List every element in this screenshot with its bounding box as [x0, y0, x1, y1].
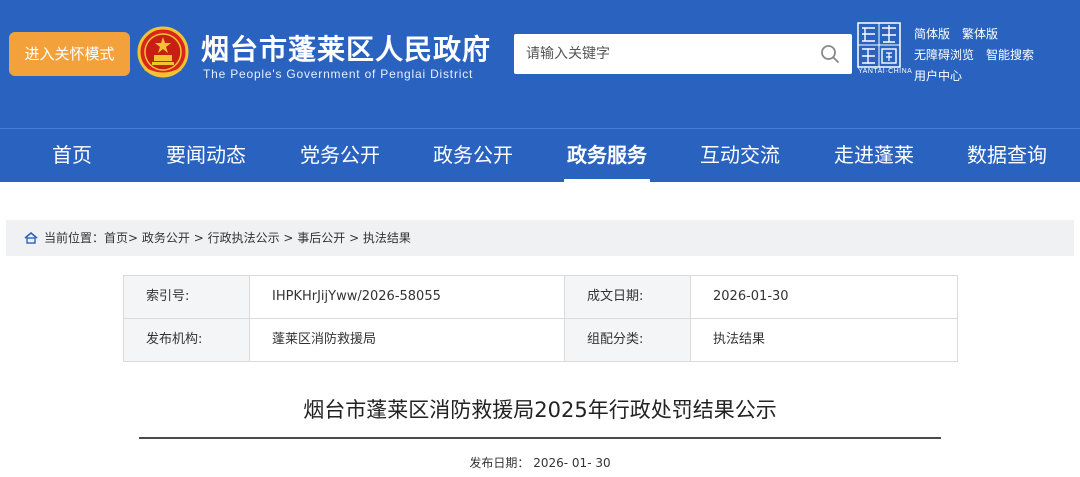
search-input[interactable]	[514, 34, 816, 74]
yantai-logo-caption: YANTAI·CHINA	[858, 68, 913, 75]
accessibility-link[interactable]: 无障碍浏览	[914, 48, 974, 62]
national-emblem-icon	[137, 26, 189, 78]
header-tools: 简体版 繁体版 无障碍浏览 智能搜索 用户中心	[914, 24, 1046, 87]
publish-date: 发布日期： 2026- 01- 30	[0, 454, 1080, 471]
nav-item-party-affairs[interactable]: 党务公开	[297, 129, 383, 182]
simplified-chinese-link[interactable]: 简体版	[914, 27, 950, 41]
title-divider	[139, 437, 941, 439]
publish-date-value: 2026- 01- 30	[533, 456, 611, 470]
main-nav: 首页 要闻动态 党务公开 政务公开 政务服务 互动交流 走进蓬莱 数据查询	[0, 128, 1080, 182]
document-title: 烟台市蓬莱区消防救援局2025年行政处罚结果公示	[303, 398, 777, 422]
org-value: 蓬莱区消防救援局	[250, 319, 564, 361]
index-value: IHPKHrJijYww/2026-58055	[250, 276, 564, 318]
nav-item-about-penglai[interactable]: 走进蓬莱	[831, 129, 917, 182]
index-label: 索引号:	[124, 276, 249, 318]
care-mode-button[interactable]: 进入关怀模式	[9, 32, 130, 76]
traditional-chinese-link[interactable]: 繁体版	[962, 27, 998, 41]
site-header: 进入关怀模式 烟台市蓬莱区人民政府 The People's Governmen…	[0, 0, 1080, 128]
nav-item-gov-affairs[interactable]: 政务公开	[430, 129, 516, 182]
nav-item-gov-services[interactable]: 政务服务	[564, 129, 650, 182]
publish-date-label: 发布日期：	[469, 456, 530, 470]
location-icon	[24, 232, 38, 244]
breadcrumb-text[interactable]: 当前位置：首页> 政务公开 > 行政执法公示 > 事后公开 > 执法结果	[44, 220, 411, 256]
nav-item-home[interactable]: 首页	[30, 129, 114, 182]
org-label: 发布机构:	[124, 319, 249, 361]
breadcrumb-prefix: 当前位置：	[44, 231, 105, 245]
search-icon[interactable]	[820, 44, 840, 64]
category-label: 组配分类:	[565, 319, 690, 361]
site-title[interactable]: 烟台市蓬莱区人民政府	[201, 28, 491, 68]
date-value: 2026-01-30	[691, 276, 957, 318]
nav-item-news[interactable]: 要闻动态	[163, 129, 249, 182]
user-center-link[interactable]: 用户中心	[914, 69, 962, 83]
breadcrumb: 当前位置：首页> 政务公开 > 行政执法公示 > 事后公开 > 执法结果	[6, 220, 1074, 256]
document-meta-table: 索引号: IHPKHrJijYww/2026-58055 成文日期: 2026-…	[123, 275, 958, 362]
table-divider	[124, 318, 957, 319]
breadcrumb-path[interactable]: 首页> 政务公开 > 行政执法公示 > 事后公开 > 执法结果	[104, 231, 411, 245]
nav-item-data-query[interactable]: 数据查询	[964, 129, 1050, 182]
yantai-logo-icon	[857, 22, 901, 68]
nav-item-interaction[interactable]: 互动交流	[697, 129, 783, 182]
category-value: 执法结果	[691, 319, 957, 361]
date-label: 成文日期:	[565, 276, 690, 318]
search-box	[514, 34, 852, 74]
smart-search-link[interactable]: 智能搜索	[986, 48, 1034, 62]
site-subtitle: The People's Government of Penglai Distr…	[203, 67, 474, 81]
